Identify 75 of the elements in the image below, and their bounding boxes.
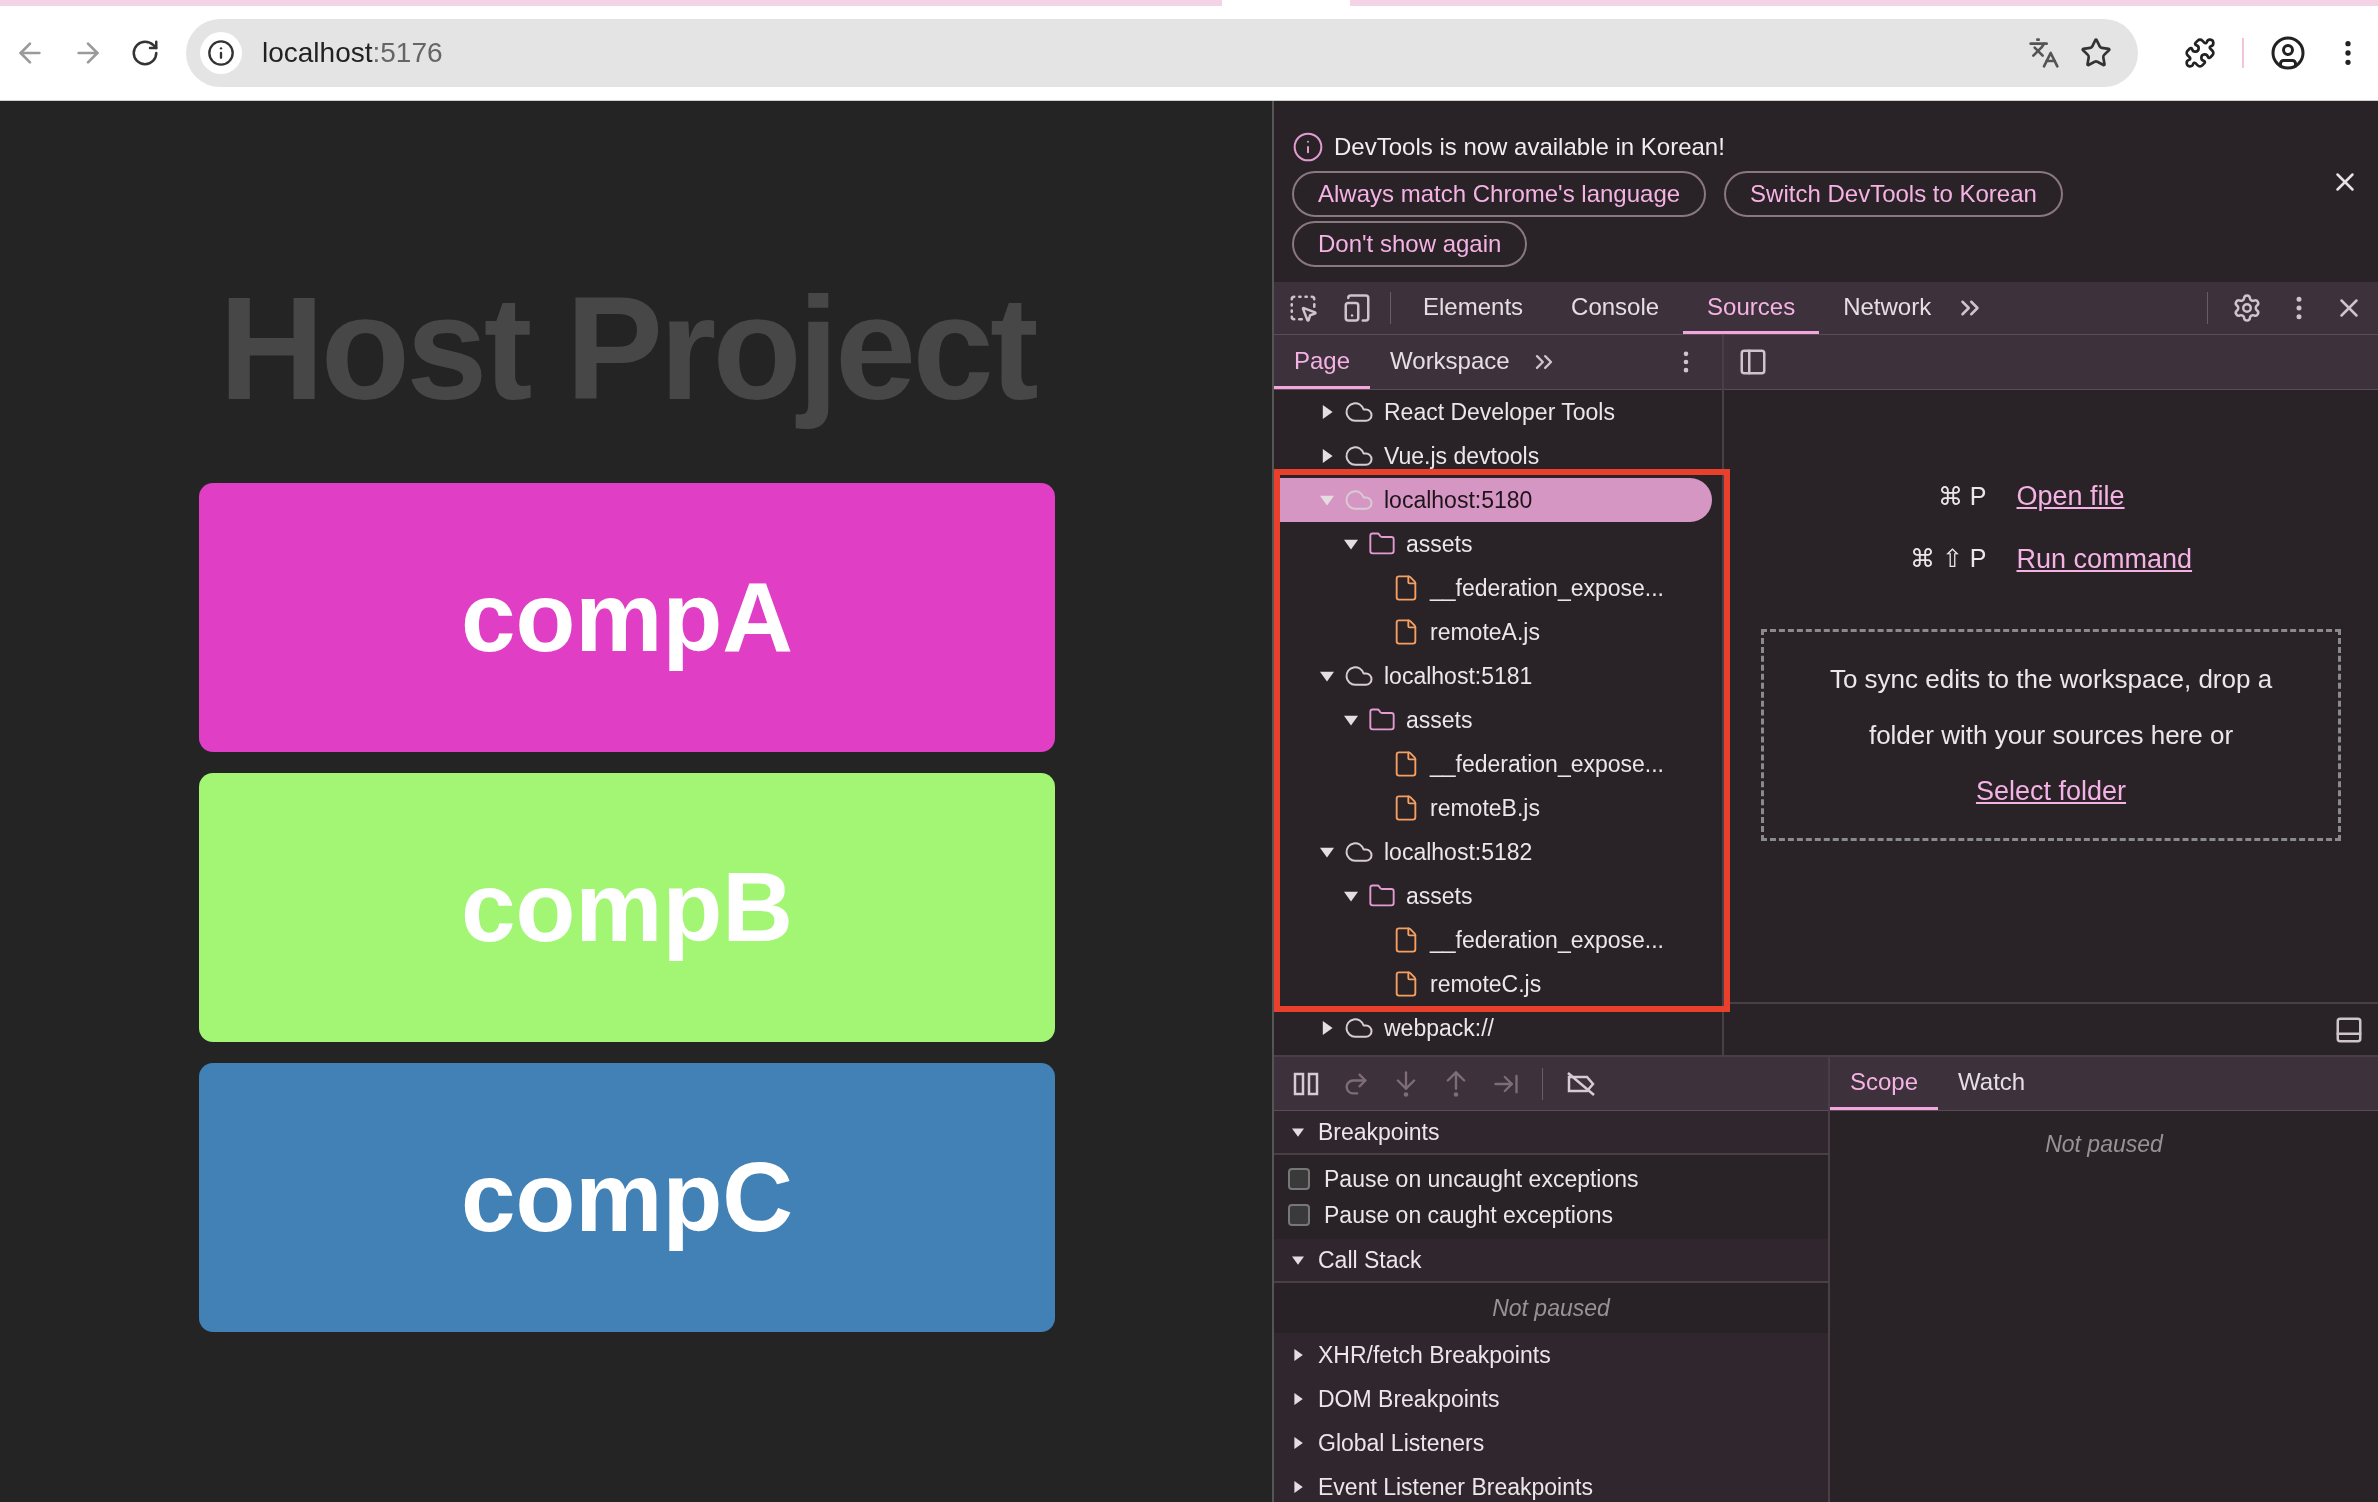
shortcut-link[interactable]: Open file (2016, 476, 2193, 517)
tree-item[interactable]: localhost:5182 (1274, 830, 1712, 874)
shortcut-link[interactable]: Run command (2016, 538, 2193, 579)
section-header[interactable]: Breakpoints (1274, 1111, 1828, 1155)
device-icon[interactable] (1342, 293, 1372, 323)
tree-item[interactable]: assets (1274, 874, 1712, 918)
translate-icon[interactable] (2028, 37, 2060, 69)
avatar-icon[interactable] (2270, 35, 2306, 71)
info-icon (1292, 131, 1324, 163)
sidebar-tab[interactable]: Scope (1830, 1057, 1939, 1110)
shortcut-keys: ⌘ ⇧ P (1909, 540, 1987, 578)
caret-icon[interactable] (1292, 1254, 1304, 1266)
devtools-tab[interactable]: Console (1547, 282, 1684, 334)
card-label: compA (460, 561, 794, 675)
info-icon[interactable] (207, 39, 235, 67)
caret-icon[interactable] (1320, 1021, 1334, 1035)
empty-message: Not paused (2045, 1130, 2163, 1159)
empty-message: Not paused (1492, 1293, 1610, 1323)
caret-icon[interactable] (1320, 845, 1334, 859)
checkbox[interactable] (1288, 1204, 1310, 1226)
navigator-tab[interactable]: Workspace (1370, 335, 1530, 389)
drop-zone-text: To sync edits to the workspace, drop a folder with your sources here or (1828, 663, 2274, 752)
inspect-icon[interactable] (1288, 293, 1318, 323)
devtools-tab[interactable]: Elements (1399, 282, 1548, 334)
tree-item[interactable]: assets (1274, 522, 1712, 566)
settings-icon[interactable] (2232, 293, 2262, 323)
devtools-tab[interactable]: Network (1819, 282, 1956, 334)
star-icon[interactable] (2080, 37, 2112, 69)
drop-zone[interactable]: To sync edits to the workspace, drop a folder with your sources here or Select folder (1761, 629, 2341, 841)
infobar-message: DevTools is now available in Korean! (1334, 132, 1725, 162)
section-header[interactable]: Global Listeners (1274, 1421, 1828, 1465)
section-header[interactable]: XHR/fetch Breakpoints (1274, 1333, 1828, 1377)
tree-item[interactable]: __federation_expose... (1274, 918, 1712, 962)
section-header[interactable]: Event Listener Breakpoints (1274, 1465, 1828, 1502)
url-text: localhost:5176 (262, 36, 444, 70)
section-header[interactable]: DOM Breakpoints (1274, 1377, 1828, 1421)
select-folder-link[interactable]: Select folder (1975, 763, 2127, 819)
tree-item[interactable]: localhost:5181 (1274, 654, 1712, 698)
section-header[interactable]: Call Stack (1274, 1239, 1828, 1283)
checkbox[interactable] (1288, 1168, 1310, 1190)
tree-item[interactable]: webpack:// (1274, 1006, 1712, 1050)
infobar-button[interactable]: Don't show again (1292, 221, 1528, 267)
caret-icon[interactable] (1320, 449, 1334, 463)
checkbox-label: Pause on caught exceptions (1324, 1200, 1613, 1230)
navigator-tab[interactable]: Page (1274, 335, 1371, 389)
checkbox-label: Pause on uncaught exceptions (1324, 1164, 1639, 1194)
caret-icon[interactable] (1292, 1126, 1304, 1138)
caret-icon[interactable] (1292, 1349, 1304, 1361)
caret-icon[interactable] (1344, 889, 1358, 903)
caret-icon[interactable] (1292, 1481, 1304, 1493)
caret-icon[interactable] (1292, 1437, 1304, 1449)
tree-item[interactable]: React Developer Tools (1274, 390, 1712, 434)
caret-icon[interactable] (1292, 1393, 1304, 1405)
tree-item[interactable]: remoteC.js (1274, 962, 1712, 1006)
infobar-button[interactable]: Switch DevTools to Korean (1724, 171, 2063, 217)
tree-item[interactable]: remoteB.js (1274, 786, 1712, 830)
tree-item[interactable]: assets (1274, 698, 1712, 742)
tree-item[interactable]: remoteA.js (1274, 610, 1712, 654)
deactivate-breakpoints-icon[interactable] (1565, 1069, 1597, 1098)
caret-icon[interactable] (1344, 713, 1358, 727)
caret-icon[interactable] (1344, 537, 1358, 551)
card-label: compB (460, 851, 794, 965)
sidebar-toggle-icon[interactable] (1738, 347, 1768, 377)
card-label: compC (460, 1141, 794, 1255)
caret-icon[interactable] (1320, 405, 1334, 419)
address-bar[interactable]: localhost:5176 (186, 19, 2138, 87)
tree-item[interactable]: Vue.js devtools (1274, 434, 1712, 478)
sidebar-tab[interactable]: Watch (1938, 1057, 2046, 1110)
shortcut-keys: ⌘ P (1909, 477, 1987, 515)
extensions-icon[interactable] (2184, 37, 2216, 69)
reload-icon[interactable] (130, 38, 160, 68)
tree-item[interactable]: __federation_expose... (1274, 742, 1712, 786)
infobar-button[interactable]: Always match Chrome's language (1292, 171, 1707, 217)
caret-icon[interactable] (1320, 669, 1334, 683)
tree-item[interactable]: __federation_expose... (1274, 566, 1712, 610)
